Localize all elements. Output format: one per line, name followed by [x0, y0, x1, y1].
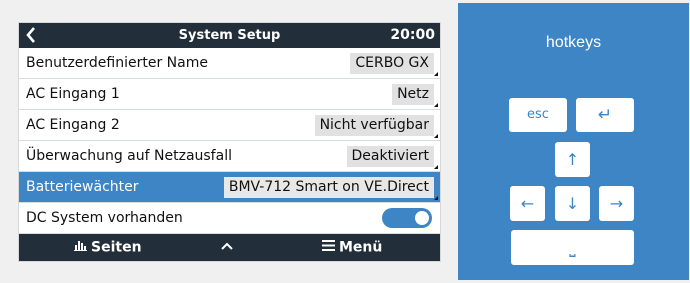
hotkeys-panel: hotkeys esc ↵ ↑ ← ↓ → ⎵	[458, 3, 689, 280]
settings-list: Benutzerdefinierter Name CERBO GX AC Ein…	[19, 48, 440, 234]
setting-value[interactable]: Deaktiviert	[346, 146, 438, 169]
setting-row-custom-name[interactable]: Benutzerdefinierter Name CERBO GX	[19, 48, 440, 79]
setting-row-battery-monitor[interactable]: Batteriewächter BMV-712 Smart on VE.Dire…	[19, 172, 440, 203]
enter-key-icon[interactable]: ↵	[576, 98, 634, 132]
arrow-right-key-icon[interactable]: →	[599, 186, 634, 221]
setting-row-ac-input-2[interactable]: AC Eingang 2 Nicht verfügbar	[19, 110, 440, 141]
arrow-down-key-icon[interactable]: ↓	[555, 186, 590, 221]
hamburger-icon	[322, 234, 335, 261]
chevron-up-icon[interactable]	[221, 234, 233, 261]
setting-value[interactable]: BMV-712 Smart on VE.Direct	[223, 177, 439, 200]
dc-system-toggle[interactable]	[382, 208, 432, 228]
arrow-up-key-icon[interactable]: ↑	[555, 142, 590, 177]
device-screen: System Setup 20:00 Benutzerdefinierter N…	[19, 23, 440, 261]
menu-button[interactable]: Menü	[322, 234, 382, 262]
setting-row-grid-monitoring[interactable]: Überwachung auf Netzausfall Deaktiviert	[19, 141, 440, 172]
arrow-left-key-icon[interactable]: ←	[510, 186, 545, 221]
setting-label: DC System vorhanden	[26, 210, 183, 226]
setting-label: AC Eingang 1	[26, 86, 120, 102]
bottom-bar: Seiten Menü	[19, 234, 440, 261]
space-key-icon[interactable]: ⎵	[511, 230, 634, 265]
bar-chart-icon	[74, 234, 87, 261]
setting-row-ac-input-1[interactable]: AC Eingang 1 Netz	[19, 79, 440, 110]
setting-label: Überwachung auf Netzausfall	[26, 148, 232, 164]
toggle-knob	[415, 211, 429, 225]
hotkeys-title: hotkeys	[545, 34, 602, 51]
setting-row-dc-system[interactable]: DC System vorhanden	[19, 203, 440, 234]
setting-label: AC Eingang 2	[26, 117, 120, 133]
setting-value[interactable]: CERBO GX	[350, 53, 438, 76]
clock: 20:00	[390, 27, 435, 43]
setting-value[interactable]: Nicht verfügbar	[314, 115, 439, 138]
setting-value[interactable]: Netz	[392, 84, 438, 107]
top-bar: System Setup 20:00	[19, 23, 440, 48]
pages-label: Seiten	[91, 239, 142, 256]
page-title: System Setup	[178, 28, 281, 43]
setting-label: Benutzerdefinierter Name	[26, 55, 208, 71]
pages-button[interactable]: Seiten	[74, 234, 142, 262]
menu-label: Menü	[339, 239, 383, 256]
setting-label: Batteriewächter	[26, 179, 139, 195]
esc-key[interactable]: esc	[509, 98, 567, 132]
